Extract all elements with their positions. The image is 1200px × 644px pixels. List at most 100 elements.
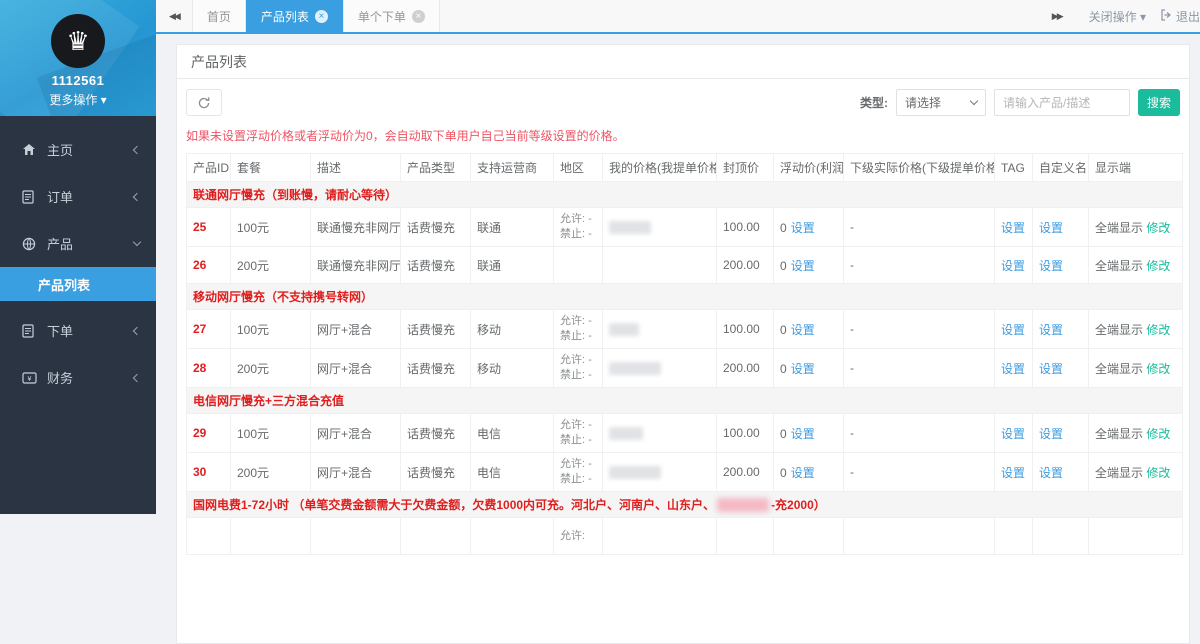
set-tag-link[interactable]: 设置 xyxy=(1001,323,1025,337)
display-value: 全端显示 xyxy=(1095,427,1143,441)
custom-name-cell: 设置 xyxy=(1033,247,1089,284)
refresh-icon xyxy=(197,96,211,110)
description: 网厅+混合 xyxy=(311,310,401,349)
set-custom-name-link[interactable]: 设置 xyxy=(1039,323,1063,337)
more-actions-dropdown[interactable]: 更多操作 ▾ xyxy=(0,91,156,108)
logout-button[interactable]: 退出 xyxy=(1160,8,1200,25)
col-custom-name: 自定义名 xyxy=(1033,154,1089,182)
filter-bar: 类型: 请选择 搜索 xyxy=(860,89,1180,116)
modify-display-link[interactable]: 修改 xyxy=(1146,427,1170,441)
tab-label: 单个下单 xyxy=(358,8,406,25)
float-price-cell: 0设置 xyxy=(774,208,844,247)
display-cell: 全端显示 修改 xyxy=(1089,310,1183,349)
warning-note: 如果未设置浮动价格或者浮动价为0，会自动取下单用户自己当前等级设置的价格。 xyxy=(186,127,1180,144)
region-allow: 允许: - xyxy=(560,212,596,227)
custom-name-cell xyxy=(1033,518,1089,555)
set-float-link[interactable]: 设置 xyxy=(791,362,815,376)
blurred-price xyxy=(609,362,661,375)
float-value: 0 xyxy=(780,362,787,376)
set-float-link[interactable]: 设置 xyxy=(791,466,815,480)
modify-display-link[interactable]: 修改 xyxy=(1146,362,1170,376)
product-list-panel: 产品列表 类型: 请选择 搜索 如果未设置浮动价格或者浮动价为0，会自动取下单用… xyxy=(176,44,1190,644)
col-sub-price: 下级实际价格(下级提单价格) xyxy=(844,154,995,182)
float-value: 0 xyxy=(780,323,787,337)
close-icon[interactable]: × xyxy=(315,10,328,23)
close-operations-dropdown[interactable]: 关闭操作 ▾ xyxy=(1089,8,1146,25)
region-cell: 允许: - 禁止: - xyxy=(554,208,603,247)
sidebar-item-label: 主页 xyxy=(47,140,73,159)
modify-display-link[interactable]: 修改 xyxy=(1146,221,1170,235)
table-row: 27 100元 网厅+混合 话费慢充 移动 允许: - 禁止: - 100.00… xyxy=(187,310,1183,349)
region-allow: 允许: - xyxy=(560,353,596,368)
scroll-tabs-left-button[interactable]: ◀◀ xyxy=(156,0,192,32)
search-input[interactable] xyxy=(994,89,1130,116)
user-id: 1112561 xyxy=(0,73,156,88)
tab-product-list-active[interactable]: 产品列表 × xyxy=(246,0,343,32)
package: 100元 xyxy=(231,310,311,349)
type-select[interactable]: 请选择 xyxy=(896,89,986,116)
custom-name-cell: 设置 xyxy=(1033,310,1089,349)
description: 网厅+混合 xyxy=(311,453,401,492)
product-id: 30 xyxy=(187,453,231,492)
sidebar-item-place-order[interactable]: 下单 xyxy=(0,307,156,354)
custom-name-cell: 设置 xyxy=(1033,208,1089,247)
set-float-link[interactable]: 设置 xyxy=(791,427,815,441)
sidebar-item-orders[interactable]: 订单 xyxy=(0,173,156,220)
tab-home[interactable]: 首页 xyxy=(192,0,246,32)
set-tag-link[interactable]: 设置 xyxy=(1001,427,1025,441)
group-title: 移动网厅慢充（不支持携号转网） xyxy=(187,284,1183,310)
home-icon xyxy=(22,143,38,157)
set-custom-name-link[interactable]: 设置 xyxy=(1039,466,1063,480)
cap-price: 100.00 xyxy=(717,414,774,453)
modify-display-link[interactable]: 修改 xyxy=(1146,323,1170,337)
sidebar-item-home[interactable]: 主页 xyxy=(0,126,156,173)
set-custom-name-link[interactable]: 设置 xyxy=(1039,362,1063,376)
refresh-button[interactable] xyxy=(186,89,222,116)
tag-cell: 设置 xyxy=(995,310,1033,349)
my-price-cell xyxy=(603,453,717,492)
set-tag-link[interactable]: 设置 xyxy=(1001,259,1025,273)
my-price-cell xyxy=(603,310,717,349)
cap-price: 100.00 xyxy=(717,208,774,247)
display-value: 全端显示 xyxy=(1095,323,1143,337)
set-tag-link[interactable]: 设置 xyxy=(1001,362,1025,376)
tab-single-order[interactable]: 单个下单 × xyxy=(343,0,440,32)
set-float-link[interactable]: 设置 xyxy=(791,259,815,273)
custom-name-cell: 设置 xyxy=(1033,453,1089,492)
modify-display-link[interactable]: 修改 xyxy=(1146,259,1170,273)
sidebar-item-label: 订单 xyxy=(47,187,73,206)
blurred-price xyxy=(609,323,639,336)
group-title-suffix: -充2000） xyxy=(771,498,826,512)
sidebar-item-products[interactable]: 产品 xyxy=(0,220,156,267)
set-custom-name-link[interactable]: 设置 xyxy=(1039,259,1063,273)
group-title-prefix: 国网电费1-72小时 （单笔交费金额需大于欠费金额，欠费1000内可充。河北户、… xyxy=(193,498,715,512)
display-value: 全端显示 xyxy=(1095,221,1143,235)
float-price-cell: 0 设置 xyxy=(774,349,844,388)
avatar[interactable]: ♛ xyxy=(51,14,105,68)
group-title: 电信网厅慢充+三方混合充值 xyxy=(187,388,1183,414)
set-float-link[interactable]: 设置 xyxy=(791,221,815,235)
set-custom-name-link[interactable]: 设置 xyxy=(1039,221,1063,235)
product-id xyxy=(187,518,231,555)
float-value: 0 xyxy=(780,259,787,273)
chevron-down-icon xyxy=(970,97,978,105)
region-cell xyxy=(554,247,603,284)
sub-price: - xyxy=(844,453,995,492)
set-tag-link[interactable]: 设置 xyxy=(1001,466,1025,480)
tag-cell: 设置 xyxy=(995,414,1033,453)
tag-cell xyxy=(995,518,1033,555)
scroll-tabs-right-button[interactable]: ▶▶ xyxy=(1039,11,1075,22)
sidebar-item-label: 下单 xyxy=(47,321,73,340)
set-float-link[interactable]: 设置 xyxy=(791,323,815,337)
sidebar-item-product-list-active[interactable]: 产品列表 xyxy=(0,267,156,301)
modify-display-link[interactable]: 修改 xyxy=(1146,466,1170,480)
sidebar-item-finance[interactable]: ¥ 财务 xyxy=(0,354,156,401)
close-icon[interactable]: × xyxy=(412,10,425,23)
product-type xyxy=(401,518,471,555)
chevron-left-icon xyxy=(133,326,141,334)
product-type: 话费慢充 xyxy=(401,453,471,492)
search-button[interactable]: 搜索 xyxy=(1138,89,1180,116)
set-custom-name-link[interactable]: 设置 xyxy=(1039,427,1063,441)
set-tag-link[interactable]: 设置 xyxy=(1001,221,1025,235)
logout-icon xyxy=(1160,9,1172,24)
